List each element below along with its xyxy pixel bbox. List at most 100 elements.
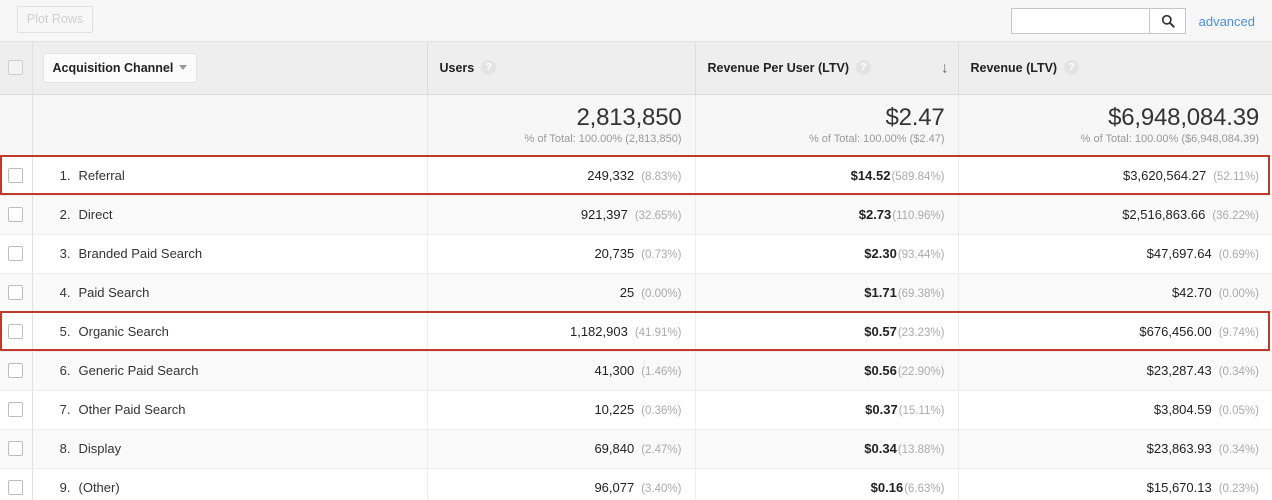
column-header-revenue[interactable]: Revenue (LTV) ? [958,42,1272,95]
row-revenue-per-user-cell: $14.52(589.84%) [695,156,959,196]
summary-revenue-per-user-subtext: % of Total: 100.00% ($2.47) [808,133,945,146]
row-users-cell: 41,300 (1.46%) [427,351,696,391]
row-users-cell: 69,840 (2.47%) [427,429,696,469]
dimension-header: Acquisition Channel [32,42,428,95]
row-dimension-link[interactable]: Paid Search [79,285,150,300]
table-row[interactable]: 2. Direct 921,397 (32.65%) $2.73(110.96%) $2,… [0,195,1272,235]
help-icon[interactable]: ? [1064,60,1080,76]
table-row[interactable]: 5. Organic Search 1,182,903 (41.91%) $0.57(2… [0,312,1272,352]
row-revenue-per-user-value: $0.34 [864,440,897,456]
row-revenue-percent: (9.74%) [1218,326,1259,339]
row-revenue-per-user-cell: $0.16(6.63%) [695,468,959,500]
row-revenue-value: $3,620,564.27 [1123,167,1207,183]
row-revenue-cell: $47,697.64 (0.69%) [958,234,1272,274]
plot-rows-button[interactable]: Plot Rows [17,6,93,33]
row-users-cell: 96,077 (3.40%) [427,468,696,500]
row-checkbox-cell [0,468,33,500]
row-dimension-link[interactable]: Display [79,441,122,456]
column-header-users[interactable]: Users ? [427,42,696,95]
row-checkbox[interactable] [8,168,24,183]
row-checkbox[interactable] [8,402,24,417]
row-checkbox[interactable] [8,207,24,222]
table-row[interactable]: 8. Display 69,840 (2.47%) $0.34(13.88%) $23,8… [0,429,1272,469]
advanced-link[interactable]: advanced [1199,14,1255,29]
row-revenue-percent: (0.00%) [1218,287,1259,300]
row-checkbox[interactable] [8,363,24,378]
row-dimension-link[interactable]: Organic Search [79,324,169,339]
column-header-revenue-label: Revenue (LTV) [970,60,1058,75]
row-revenue-per-user-cell: $0.37(15.11%) [695,390,959,430]
row-checkbox-cell [0,312,33,352]
row-rank: 2. [59,207,71,222]
row-users-value: 25 [619,284,635,300]
row-dimension-cell: 7. Other Paid Search [32,390,428,430]
table-row[interactable]: 7. Other Paid Search 10,225 (0.36%) $0.37(15… [0,390,1272,430]
row-rank: 8. [59,441,71,456]
row-revenue-per-user-cell: $0.34(13.88%) [695,429,959,469]
arrow-down-icon[interactable]: ↓ [941,60,949,75]
search-icon [1161,14,1175,28]
summary-users-subtext: % of Total: 100.00% (2,813,850) [524,133,682,146]
row-revenue-per-user-value: $2.30 [864,245,897,261]
row-revenue-percent: (36.22%) [1212,209,1259,222]
summary-users-cell: 2,813,850 % of Total: 100.00% (2,813,850… [427,94,696,157]
acquisition-report-table: Acquisition Channel Users ? Revenue Per … [0,42,1272,500]
row-revenue-per-user-cell: $1.71(69.38%) [695,273,959,313]
row-revenue-value: $23,863.93 [1146,440,1212,456]
row-dimension-link[interactable]: (Other) [79,480,120,495]
row-revenue-per-user-cell: $2.30(93.44%) [695,234,959,274]
table-header: Acquisition Channel Users ? Revenue Per … [0,42,1272,95]
search-button[interactable] [1149,8,1186,34]
row-users-value: 249,332 [587,167,635,183]
column-header-users-label: Users [439,60,475,75]
table-search [1011,8,1186,34]
row-checkbox[interactable] [8,480,24,495]
table-row[interactable]: 6. Generic Paid Search 41,300 (1.46%) $0.56(… [0,351,1272,391]
table-row[interactable]: 9. (Other) 96,077 (3.40%) $0.16(6.63%) $15,67… [0,468,1272,500]
row-revenue-per-user-cell: $0.57(23.23%) [695,312,959,352]
help-icon[interactable]: ? [481,60,497,76]
summary-revenue-subtext: % of Total: 100.00% ($6,948,084.39) [1080,133,1259,146]
row-checkbox[interactable] [8,246,24,261]
search-input[interactable] [1011,8,1149,34]
row-users-value: 1,182,903 [569,323,628,339]
row-checkbox[interactable] [8,324,24,339]
table-row[interactable]: 1. Referral 249,332 (8.83%) $14.52(589.84%) $… [0,156,1272,196]
chevron-down-icon [178,65,187,71]
row-revenue-per-user-percent: (6.63%) [904,482,945,495]
row-checkbox[interactable] [8,285,24,300]
row-checkbox-cell [0,273,33,313]
row-revenue-per-user-percent: (69.38%) [897,287,945,300]
row-rank: 6. [59,363,71,378]
row-users-value: 96,077 [594,479,635,495]
row-dimension-link[interactable]: Referral [79,168,125,183]
row-dimension-link[interactable]: Other Paid Search [79,402,186,417]
row-revenue-per-user-cell: $0.56(22.90%) [695,351,959,391]
row-revenue-cell: $2,516,863.66 (36.22%) [958,195,1272,235]
row-dimension-link[interactable]: Direct [79,207,113,222]
dimension-selector[interactable]: Acquisition Channel [42,52,197,83]
row-users-value: 41,300 [594,362,635,378]
row-revenue-value: $42.70 [1171,284,1212,300]
row-checkbox-cell [0,390,33,430]
row-dimension-link[interactable]: Generic Paid Search [79,363,199,378]
row-rank: 1. [59,168,71,183]
row-checkbox[interactable] [8,441,24,456]
row-rank: 5. [59,324,71,339]
row-dimension-cell: 8. Display [32,429,428,469]
select-all-checkbox[interactable] [8,60,24,76]
table-row[interactable]: 3. Branded Paid Search 20,735 (0.73%) $2.30(… [0,234,1272,274]
row-revenue-cell: $676,456.00 (9.74%) [958,312,1272,352]
summary-row: 2,813,850 % of Total: 100.00% (2,813,850… [0,94,1272,157]
row-revenue-per-user-value: $0.56 [864,362,897,378]
row-dimension-link[interactable]: Branded Paid Search [79,246,203,261]
row-rank: 4. [59,285,71,300]
help-icon[interactable]: ? [855,60,871,76]
table-body: 2,813,850 % of Total: 100.00% (2,813,850… [0,94,1272,500]
row-revenue-cell: $42.70 (0.00%) [958,273,1272,313]
dimension-selector-label: Acquisition Channel [52,60,174,75]
row-users-value: 69,840 [594,440,635,456]
column-header-revenue-per-user[interactable]: Revenue Per User (LTV) ? ↓ [695,42,959,95]
summary-revenue-per-user-value: $2.47 [885,103,945,131]
table-row[interactable]: 4. Paid Search 25 (0.00%) $1.71(69.38%) $42.7… [0,273,1272,313]
